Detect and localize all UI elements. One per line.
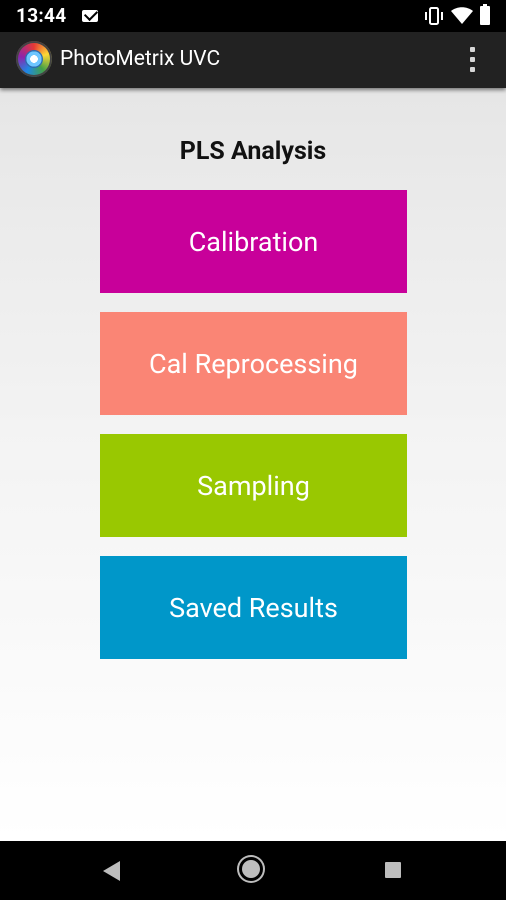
- overflow-menu-icon[interactable]: [466, 44, 478, 76]
- app-bar: PhotoMetrix UVC: [0, 32, 506, 88]
- navigation-bar: [0, 841, 506, 900]
- vibrate-icon: [425, 7, 443, 25]
- overflow-dot: [470, 67, 475, 72]
- recents-icon[interactable]: [385, 862, 401, 878]
- status-bar: 13:44: [0, 0, 506, 32]
- overflow-dot: [470, 47, 475, 52]
- wifi-icon: [451, 7, 473, 24]
- sampling-button[interactable]: Sampling: [100, 434, 407, 537]
- app-title: PhotoMetrix UVC: [60, 47, 221, 71]
- calibration-button[interactable]: Calibration: [100, 190, 407, 293]
- back-icon[interactable]: [103, 861, 120, 881]
- home-icon[interactable]: [242, 860, 260, 878]
- app-logo-icon: [16, 41, 52, 77]
- battery-icon: [480, 4, 490, 25]
- cal-reprocessing-button[interactable]: Cal Reprocessing: [100, 312, 407, 415]
- mail-icon: [82, 10, 98, 22]
- overflow-dot: [470, 57, 475, 62]
- main-content: PLS Analysis Calibration Cal Reprocessin…: [0, 88, 506, 841]
- status-time: 13:44: [16, 4, 67, 27]
- page-title: PLS Analysis: [179, 137, 327, 166]
- saved-results-button[interactable]: Saved Results: [100, 556, 407, 659]
